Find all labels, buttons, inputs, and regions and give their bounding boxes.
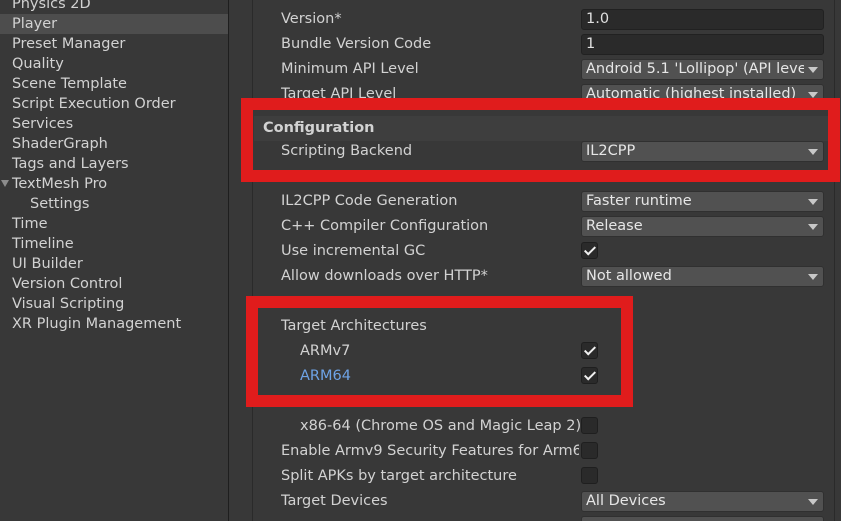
downloads-http-label: Allow downloads over HTTP* <box>281 268 488 284</box>
il2cpp-codegen-dropdown[interactable]: Faster runtime <box>581 191 824 212</box>
sidebar-item-label: Scene Template <box>12 76 127 92</box>
sidebar-item-label: ShaderGraph <box>12 136 108 152</box>
sidebar-item-label: Preset Manager <box>12 36 126 52</box>
sidebar-item-label: TextMesh Pro <box>12 176 108 192</box>
sidebar-item-scene-template[interactable]: Scene Template <box>0 74 228 94</box>
target-devices-label: Target Devices <box>281 493 388 509</box>
panel-divider[interactable] <box>229 0 253 521</box>
sidebar-item-label: Version Control <box>12 276 123 292</box>
sidebar-item-time[interactable]: Time <box>0 214 228 234</box>
sidebar-item-label: Services <box>12 116 74 132</box>
il2cpp-codegen-value: Faster runtime <box>586 193 692 209</box>
sidebar-item-xr-plugin-management[interactable]: XR Plugin Management <box>0 314 228 334</box>
chevron-down-icon <box>808 67 818 73</box>
sidebar-item-label: XR Plugin Management <box>12 316 182 332</box>
min-api-row: Minimum API Level Android 5.1 'Lollipop'… <box>254 57 834 82</box>
sidebar-item-shadergraph[interactable]: ShaderGraph <box>0 134 228 154</box>
sidebar-item-label: Player <box>12 16 58 32</box>
split-apks-row: Split APKs by target architecture <box>254 464 834 489</box>
target-devices-row: Target Devices All Devices <box>254 489 834 514</box>
chevron-down-icon <box>808 224 818 230</box>
split-apks-checkbox[interactable] <box>581 467 598 484</box>
cpp-compiler-value: Release <box>586 218 643 234</box>
bundle-version-row: Bundle Version Code 1 <box>254 32 834 57</box>
chevron-down-icon <box>808 199 818 205</box>
incremental-gc-label: Use incremental GC <box>281 243 426 259</box>
min-api-dropdown[interactable]: Android 5.1 'Lollipop' (API level 22) <box>581 59 824 80</box>
downloads-http-value: Not allowed <box>586 268 672 284</box>
bundle-version-label: Bundle Version Code <box>281 36 432 52</box>
armv9-row: Enable Armv9 Security Features for Arm64 <box>254 439 834 464</box>
sidebar-item-label: Script Execution Order <box>12 96 176 112</box>
sidebar-item-services[interactable]: Services <box>0 114 228 134</box>
x86-64-checkbox[interactable] <box>581 417 598 434</box>
sidebar-item-label: Visual Scripting <box>12 296 125 312</box>
target-devices-value: All Devices <box>586 493 666 509</box>
sidebar-item-timeline[interactable]: Timeline <box>0 234 228 254</box>
version-row: Version* 1.0 <box>254 7 834 32</box>
sidebar-item-physics-2d[interactable]: Physics 2D <box>0 0 228 14</box>
player-settings-panel: Version* 1.0 Bundle Version Code 1 Minim… <box>254 0 834 521</box>
sidebar-item-label: Time <box>12 216 48 232</box>
sidebar-item-label: Physics 2D <box>12 0 91 12</box>
cpp-compiler-label: C++ Compiler Configuration <box>281 218 489 234</box>
sidebar-item-label: Tags and Layers <box>12 156 129 172</box>
next-setting-dropdown[interactable] <box>581 516 824 521</box>
version-label: Version* <box>281 11 342 27</box>
sidebar-item-label: Quality <box>12 56 64 72</box>
cpp-compiler-row: C++ Compiler Configuration Release <box>254 214 834 239</box>
settings-sidebar: Physics 2D Player Preset Manager Quality… <box>0 0 229 521</box>
sidebar-item-preset-manager[interactable]: Preset Manager <box>0 34 228 54</box>
min-api-value: Android 5.1 'Lollipop' (API level 22) <box>586 61 804 77</box>
sidebar-item-textmesh-pro[interactable]: TextMesh Pro <box>0 174 228 194</box>
sidebar-item-script-execution-order[interactable]: Script Execution Order <box>0 94 228 114</box>
fold-arrow-icon[interactable] <box>1 180 9 187</box>
sidebar-item-textmesh-settings[interactable]: Settings <box>0 194 228 214</box>
x86-64-row: x86-64 (Chrome OS and Magic Leap 2) <box>254 414 834 439</box>
il2cpp-codegen-label: IL2CPP Code Generation <box>281 193 458 209</box>
scrollbar-track[interactable] <box>834 0 841 521</box>
version-field[interactable]: 1.0 <box>581 9 824 30</box>
architectures-highlight-box <box>246 296 633 407</box>
target-devices-dropdown[interactable]: All Devices <box>581 491 824 512</box>
incremental-gc-checkbox[interactable] <box>581 242 598 259</box>
sidebar-item-quality[interactable]: Quality <box>0 54 228 74</box>
chevron-down-icon <box>808 499 818 505</box>
sidebar-item-ui-builder[interactable]: UI Builder <box>0 254 228 274</box>
chevron-down-icon <box>808 274 818 280</box>
x86-64-label: x86-64 (Chrome OS and Magic Leap 2) <box>300 418 580 434</box>
il2cpp-codegen-row: IL2CPP Code Generation Faster runtime <box>254 189 834 214</box>
bundle-version-field[interactable]: 1 <box>581 34 824 55</box>
armv9-label: Enable Armv9 Security Features for Arm64 <box>281 443 579 459</box>
sidebar-item-player[interactable]: Player <box>0 14 228 34</box>
incremental-gc-row: Use incremental GC <box>254 239 834 264</box>
sidebar-item-label: Timeline <box>12 236 74 252</box>
sidebar-item-tags-and-layers[interactable]: Tags and Layers <box>0 154 228 174</box>
sidebar-item-visual-scripting[interactable]: Visual Scripting <box>0 294 228 314</box>
sidebar-item-version-control[interactable]: Version Control <box>0 274 228 294</box>
cpp-compiler-dropdown[interactable]: Release <box>581 216 824 237</box>
sidebar-item-label: UI Builder <box>12 256 83 272</box>
split-apks-label: Split APKs by target architecture <box>281 468 517 484</box>
downloads-http-dropdown[interactable]: Not allowed <box>581 266 824 287</box>
min-api-label: Minimum API Level <box>281 61 419 77</box>
sidebar-item-label: Settings <box>30 196 90 212</box>
configuration-highlight-box <box>241 98 840 182</box>
next-setting-row <box>254 514 834 521</box>
armv9-checkbox[interactable] <box>581 442 598 459</box>
downloads-http-row: Allow downloads over HTTP* Not allowed <box>254 264 834 289</box>
